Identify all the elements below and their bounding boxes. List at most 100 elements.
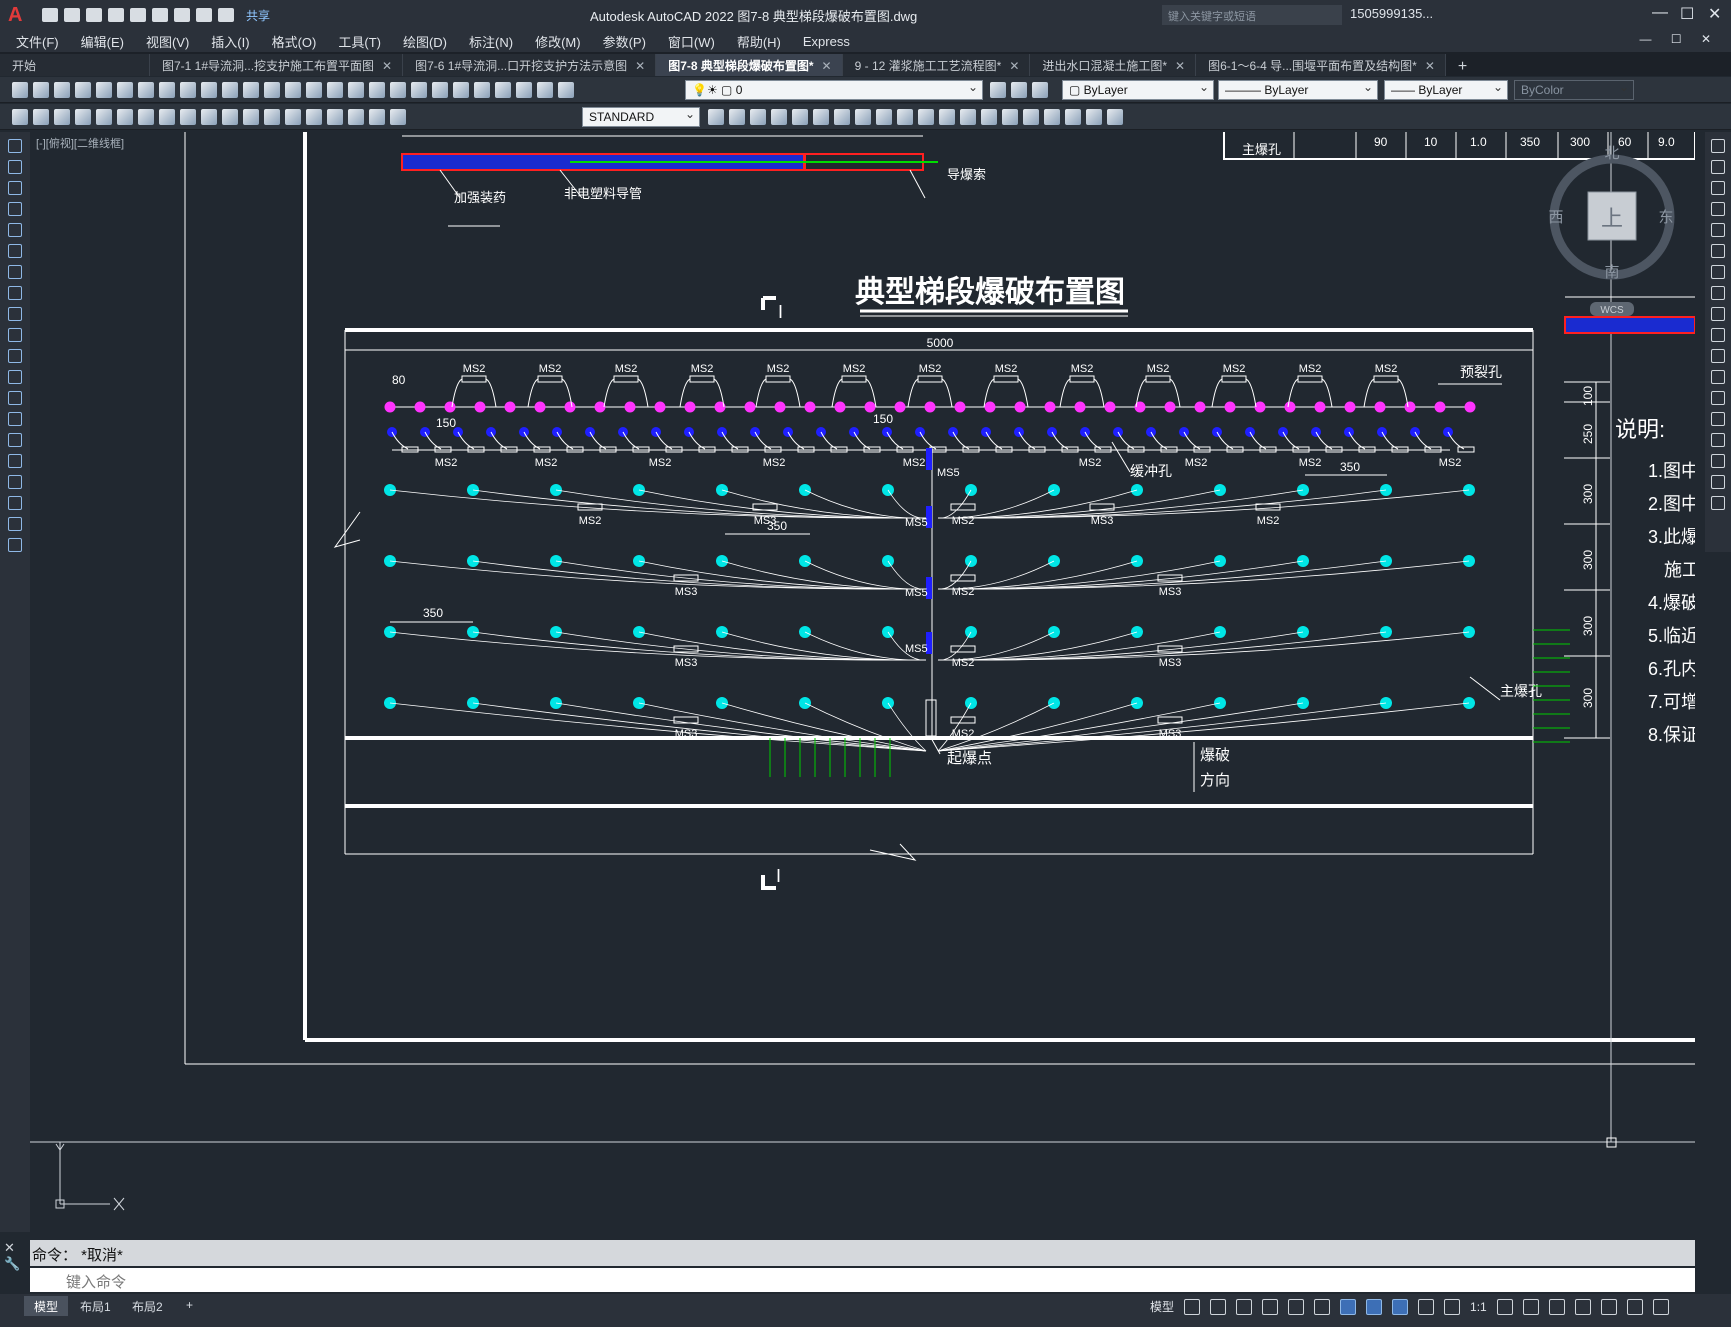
join-icon[interactable] <box>1711 412 1725 426</box>
menu-modify[interactable]: 修改(M) <box>535 32 581 51</box>
transparency-icon[interactable] <box>1392 1298 1409 1315</box>
tab-drawing-intake[interactable]: 进出水口混凝土施工图* ✕ <box>1030 54 1197 76</box>
inspection-icon[interactable] <box>306 109 322 125</box>
layer-properties-icon[interactable] <box>537 82 553 98</box>
fly-icon[interactable] <box>1086 109 1102 125</box>
dim-radius-icon[interactable] <box>96 109 112 125</box>
menu-dimension[interactable]: 标注(N) <box>469 32 513 51</box>
undo-icon[interactable] <box>264 82 280 98</box>
workspace-gear-icon[interactable] <box>1496 1298 1513 1315</box>
break-at-point-icon[interactable] <box>1711 370 1725 384</box>
tab-drawing-6-1[interactable]: 图6-1～6-4 导...围堰平面布置及结构图* ✕ <box>1196 54 1446 76</box>
properties-icon[interactable] <box>390 82 406 98</box>
drawing-canvas[interactable]: 加强装药 非电塑料导管 导爆索 主爆孔 90 10 1.0 350 300 60… <box>30 132 1695 1235</box>
camera-icon[interactable] <box>939 109 955 125</box>
layout-tab-1[interactable]: 布局1 <box>70 1296 121 1316</box>
tab-drawing-9-12[interactable]: 9 - 12 灌浆施工工艺流程图* ✕ <box>842 54 1031 76</box>
dim-arc-icon[interactable] <box>54 109 70 125</box>
close-icon[interactable]: ✕ <box>1708 4 1721 24</box>
publish-icon[interactable] <box>117 82 133 98</box>
tab-close-icon[interactable]: ✕ <box>1175 59 1185 73</box>
undo-icon[interactable] <box>196 8 212 22</box>
insert-block-icon[interactable] <box>8 370 22 384</box>
dim-diameter-icon[interactable] <box>138 109 154 125</box>
revision-cloud-icon[interactable] <box>8 286 22 300</box>
fillet-icon[interactable] <box>1711 454 1725 468</box>
paste-icon[interactable] <box>201 82 217 98</box>
layout-tab-2[interactable]: 布局2 <box>122 1296 173 1316</box>
shade-icon[interactable] <box>981 109 997 125</box>
explode-icon[interactable] <box>1711 496 1725 510</box>
circle-icon[interactable] <box>8 265 22 279</box>
chamfer-icon[interactable] <box>1711 433 1725 447</box>
render-icon[interactable] <box>876 109 892 125</box>
design-center-icon[interactable] <box>411 82 427 98</box>
construction-line-icon[interactable] <box>8 160 22 174</box>
ucs-icon[interactable] <box>792 109 808 125</box>
wipeout-icon[interactable] <box>8 475 22 489</box>
search-input[interactable]: 键入关键字或短语 <box>1162 5 1342 25</box>
menu-view[interactable]: 视图(V) <box>146 32 189 51</box>
rectangle-icon[interactable] <box>8 223 22 237</box>
zoom-window-icon[interactable] <box>348 82 364 98</box>
tab-drawing-7-8[interactable]: 图7-8 典型梯段爆破布置图* ✕ <box>656 54 843 76</box>
mtext-icon[interactable] <box>8 517 22 531</box>
copy-icon[interactable] <box>180 82 196 98</box>
visual-style-icon[interactable] <box>960 109 976 125</box>
add-layout-icon[interactable]: + <box>176 1296 203 1316</box>
save-icon[interactable] <box>86 8 102 22</box>
print-icon[interactable] <box>75 82 91 98</box>
drawing-viewport[interactable]: [-][俯视][二维线框] 加强装药 非电塑料导管 导爆索 主爆孔 90 10 … <box>30 132 1695 1235</box>
layer-dropdown[interactable]: 💡☀ ▢ 0 <box>685 80 983 100</box>
stretch-icon[interactable] <box>1711 307 1725 321</box>
polar-icon[interactable] <box>1262 1298 1279 1315</box>
menu-window[interactable]: 窗口(W) <box>668 32 715 51</box>
ucs-origin-icon[interactable] <box>834 109 850 125</box>
new-icon[interactable] <box>42 8 58 22</box>
dim-edit-icon[interactable] <box>348 109 364 125</box>
match-icon[interactable] <box>222 82 238 98</box>
web-save-icon[interactable] <box>152 8 168 22</box>
menu-insert[interactable]: 插入(I) <box>211 32 249 51</box>
open-icon[interactable] <box>64 8 80 22</box>
zoom-realtime-icon[interactable] <box>327 82 343 98</box>
extend-icon[interactable] <box>1711 349 1725 363</box>
line-icon[interactable] <box>8 139 22 153</box>
compass-east[interactable]: 东 <box>1658 209 1673 226</box>
mirror-icon[interactable] <box>1711 181 1725 195</box>
pan-icon[interactable] <box>306 82 322 98</box>
autocad-logo-icon[interactable]: A <box>8 4 30 27</box>
annotation-scale[interactable]: 1:1 <box>1470 1300 1487 1314</box>
new-tab-icon[interactable]: + <box>1446 58 1479 76</box>
table-icon[interactable] <box>8 496 22 510</box>
tab-close-icon[interactable]: ✕ <box>822 59 832 73</box>
rotate-icon[interactable] <box>1711 265 1725 279</box>
menu-format[interactable]: 格式(O) <box>272 32 317 51</box>
center-mark-icon[interactable] <box>285 109 301 125</box>
arc-icon[interactable] <box>8 244 22 258</box>
save-as-icon[interactable] <box>108 8 124 22</box>
tab-drawing-7-6[interactable]: 图7-6 1#导流洞...口开挖支护方法示意图 ✕ <box>403 54 657 76</box>
break-icon[interactable] <box>1711 391 1725 405</box>
tab-close-icon[interactable]: ✕ <box>382 59 392 73</box>
walk-icon[interactable] <box>1065 109 1081 125</box>
make-block-icon[interactable] <box>8 391 22 405</box>
markup-icon[interactable] <box>474 82 490 98</box>
tab-close-icon[interactable]: ✕ <box>1425 59 1435 73</box>
quick-properties-icon[interactable] <box>1574 1298 1591 1315</box>
dim-jogged-icon[interactable] <box>117 109 133 125</box>
menu-express[interactable]: Express <box>803 34 850 49</box>
blend-icon[interactable] <box>1711 475 1725 489</box>
view-cube-icon[interactable] <box>1107 109 1123 125</box>
user-account[interactable]: 1505999135... <box>1350 6 1433 21</box>
lineweight-icon[interactable] <box>1366 1298 1383 1315</box>
osnap-icon[interactable] <box>1340 1298 1357 1315</box>
tab-close-icon[interactable]: ✕ <box>1009 59 1019 73</box>
tab-start[interactable]: 开始 <box>0 54 150 76</box>
dim-linear-icon[interactable] <box>12 109 28 125</box>
selection-cycling-icon[interactable] <box>1418 1298 1435 1315</box>
snap-icon[interactable] <box>1210 1298 1227 1315</box>
calculator-icon[interactable] <box>495 82 511 98</box>
customize-icon[interactable] <box>1652 1298 1669 1315</box>
ucs-world-icon[interactable] <box>813 109 829 125</box>
